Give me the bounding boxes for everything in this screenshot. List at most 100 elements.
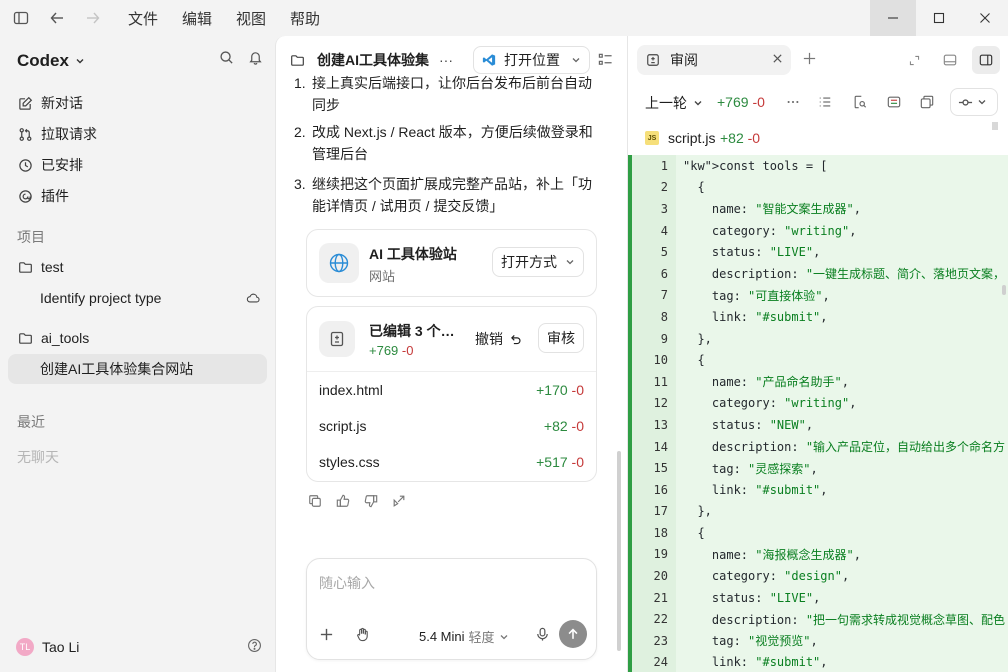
more-horizontal-icon[interactable] bbox=[786, 95, 800, 109]
sidebar-toggle-icon[interactable] bbox=[10, 7, 32, 29]
review-toolbar: 上一轮 +769 -0 bbox=[628, 84, 1008, 122]
title-bar: 文件 编辑 视图 帮助 bbox=[0, 0, 1008, 36]
open-location-button[interactable]: 打开位置 bbox=[473, 46, 590, 74]
add-tab-icon[interactable] bbox=[802, 51, 817, 66]
code-line: 17 }, bbox=[632, 500, 1008, 523]
forward-arrow-icon[interactable] bbox=[82, 7, 104, 29]
model-selector[interactable]: 5.4 Mini 轻度 bbox=[419, 627, 509, 646]
code-line: 13 status: "NEW", bbox=[632, 414, 1008, 436]
help-icon[interactable] bbox=[247, 638, 262, 653]
cloud-icon bbox=[245, 290, 261, 306]
code-text: status: "LIVE", bbox=[683, 245, 821, 260]
recent-empty-text: 无聊天 bbox=[17, 449, 59, 465]
message-composer[interactable]: 随心输入 5.4 Mini 轻度 bbox=[306, 558, 597, 660]
back-arrow-icon[interactable] bbox=[46, 7, 68, 29]
sidebar-project-ai-tools[interactable]: ai_tools bbox=[8, 323, 267, 353]
sidebar-item-pull-requests[interactable]: 拉取请求 bbox=[8, 119, 267, 149]
sidebar-item-plugins[interactable]: 插件 bbox=[8, 181, 267, 211]
code-line: 24 link: "#submit", bbox=[632, 651, 1008, 672]
app-name[interactable]: Codex bbox=[17, 51, 69, 71]
edited-file-row[interactable]: script.js +82 -0 bbox=[307, 408, 596, 444]
composer-input[interactable]: 随心输入 bbox=[319, 573, 375, 593]
line-number: 5 bbox=[632, 241, 676, 263]
close-icon[interactable] bbox=[772, 53, 783, 64]
sidebar: Codex 新对话 拉取请求 已安排 插件 项目 test Identify p… bbox=[0, 36, 275, 672]
menu-edit[interactable]: 编辑 bbox=[182, 8, 212, 29]
task-list-icon[interactable] bbox=[598, 52, 613, 67]
code-text: status: "NEW", bbox=[683, 417, 814, 432]
bell-icon[interactable] bbox=[248, 50, 263, 65]
undo-button[interactable]: 撤销 bbox=[475, 329, 522, 349]
line-number: 12 bbox=[632, 392, 676, 415]
tab-review[interactable]: 审阅 bbox=[637, 45, 791, 75]
file-search-icon[interactable] bbox=[853, 95, 867, 109]
sidebar-item-label: 插件 bbox=[41, 188, 69, 204]
code-block-icon[interactable] bbox=[887, 95, 901, 109]
code-text: name: "海报概念生成器", bbox=[683, 547, 861, 562]
search-icon[interactable] bbox=[219, 50, 234, 65]
edited-file-row[interactable]: styles.css +517 -0 bbox=[307, 444, 596, 480]
sidebar-project-test[interactable]: test bbox=[8, 252, 267, 282]
diff-file-header[interactable]: JS script.js +82 -0 bbox=[628, 122, 1008, 154]
line-number: 14 bbox=[632, 435, 676, 458]
workspace-header: Codex bbox=[17, 50, 263, 72]
open-with-button[interactable]: 打开方式 bbox=[492, 247, 584, 277]
menu-file[interactable]: 文件 bbox=[128, 8, 158, 29]
code-line: 12 category: "writing", bbox=[632, 392, 1008, 415]
code-diff-view[interactable]: 1 "kw">const tools = [2 {3 name: "智能文案生成器… bbox=[628, 155, 1008, 672]
message-list: 1. 接上真实后端接口，让你后台发布后前台自动同步 2. 改成 Next.js … bbox=[276, 75, 627, 544]
code-scrollbar[interactable] bbox=[1002, 285, 1006, 295]
scrollbar[interactable] bbox=[617, 451, 621, 651]
list-view-icon[interactable] bbox=[818, 95, 832, 109]
sidebar-item-new-chat[interactable]: 新对话 bbox=[8, 88, 267, 118]
chevron-down-icon bbox=[499, 632, 509, 642]
commit-dropdown[interactable] bbox=[950, 88, 998, 116]
share-icon[interactable] bbox=[392, 494, 406, 508]
menu-help[interactable]: 帮助 bbox=[290, 8, 320, 29]
sidebar-thread-create-ai-tools-site[interactable]: 创建AI工具体验集合网站 bbox=[8, 354, 267, 384]
line-number: 16 bbox=[632, 478, 676, 501]
more-options-button[interactable]: ··· bbox=[439, 52, 453, 68]
code-text: link: "#submit", bbox=[683, 655, 828, 670]
terminal-panel-icon[interactable] bbox=[936, 46, 964, 74]
collapse-icon[interactable] bbox=[900, 46, 928, 74]
line-number: 2 bbox=[632, 176, 676, 199]
list-item: 3. 继续把这个页面扩展成完整产品站，补上「功能详情页 / 试用页 / 提交反馈… bbox=[294, 176, 592, 214]
thumbs-up-icon[interactable] bbox=[336, 494, 350, 508]
projects-heading: 项目 bbox=[17, 229, 45, 245]
edited-files-card: 已编辑 3 个… +769 -0 撤销 审核 index.html +170 -… bbox=[306, 306, 597, 482]
stacked-view-icon[interactable] bbox=[920, 95, 934, 109]
previous-round-dropdown[interactable]: 上一轮 bbox=[645, 93, 703, 113]
list-item: 2. 改成 Next.js / React 版本，方便后续做登录和管理后台 bbox=[294, 124, 593, 162]
review-button[interactable]: 审核 bbox=[538, 323, 584, 353]
side-panel-icon[interactable] bbox=[972, 46, 1000, 74]
menu-view[interactable]: 视图 bbox=[236, 8, 266, 29]
thumbs-down-icon[interactable] bbox=[364, 494, 378, 508]
code-line: 4 category: "writing", bbox=[632, 219, 1008, 242]
javascript-file-icon: JS bbox=[645, 131, 659, 145]
close-window-icon[interactable] bbox=[962, 0, 1008, 36]
microphone-icon[interactable] bbox=[535, 627, 550, 642]
line-number: 9 bbox=[632, 327, 676, 350]
chevron-down-icon[interactable] bbox=[75, 56, 85, 66]
diff-file-icon bbox=[319, 321, 355, 357]
code-line: 21 status: "LIVE", bbox=[632, 586, 1008, 609]
line-number: 1 bbox=[632, 155, 676, 177]
code-line: 3 name: "智能文案生成器", bbox=[632, 198, 1008, 220]
code-line: 5 status: "LIVE", bbox=[632, 241, 1008, 263]
user-profile[interactable]: TL Tao Li bbox=[16, 636, 262, 658]
recent-heading: 最近 bbox=[17, 414, 45, 430]
sidebar-thread-identify-project-type[interactable]: Identify project type bbox=[8, 283, 267, 313]
plus-icon[interactable] bbox=[319, 627, 334, 642]
minimize-icon[interactable] bbox=[870, 0, 916, 36]
edited-file-row[interactable]: index.html +170 -0 bbox=[307, 372, 596, 408]
send-button[interactable] bbox=[559, 620, 587, 648]
chevron-down-icon bbox=[571, 55, 581, 65]
code-line: 23 tag: "视觉预览", bbox=[632, 630, 1008, 652]
copy-icon[interactable] bbox=[308, 494, 322, 508]
hand-icon[interactable] bbox=[355, 627, 370, 642]
sidebar-item-scheduled[interactable]: 已安排 bbox=[8, 150, 267, 180]
code-line: 14 description: "输入产品定位，自动给出多个命名方 bbox=[632, 435, 1008, 458]
maximize-icon[interactable] bbox=[916, 0, 962, 36]
code-line: 10 { bbox=[632, 349, 1008, 371]
